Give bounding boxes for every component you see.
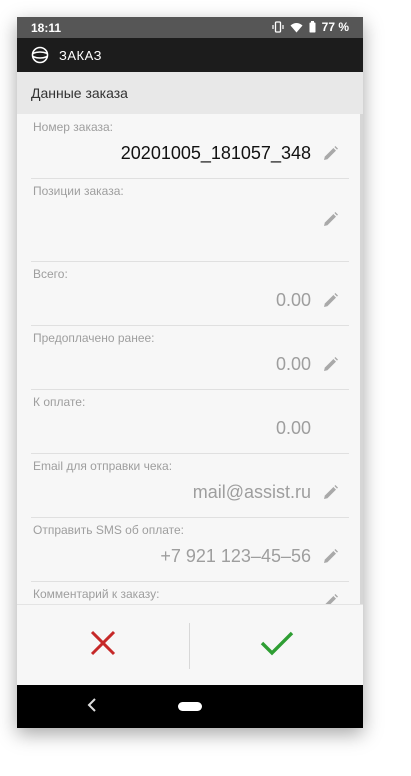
vibrate-icon xyxy=(272,21,284,33)
pencil-icon[interactable] xyxy=(321,484,339,502)
email-value: mail@assist.ru xyxy=(192,482,311,502)
comment-label: Комментарий к заказу: xyxy=(33,587,160,601)
amount-due-label: К оплате: xyxy=(33,395,86,409)
pencil-icon[interactable] xyxy=(321,356,339,374)
battery-icon xyxy=(309,21,316,33)
order-form[interactable]: Номер заказа: 20201005_181057_348 Позици… xyxy=(17,114,363,604)
action-divider xyxy=(189,623,190,669)
order-items-label: Позиции заказа: xyxy=(33,184,124,198)
wifi-icon xyxy=(290,22,303,33)
comment-field[interactable]: Комментарий к заказу: xyxy=(31,581,349,604)
prepaid-value: 0.00 xyxy=(275,354,311,374)
confirm-button[interactable] xyxy=(191,605,363,686)
system-nav-bar xyxy=(17,685,363,728)
sms-label: Отправить SMS об оплате: xyxy=(33,523,185,537)
prepaid-field[interactable]: Предоплачено ранее: 0.00 xyxy=(31,325,349,390)
battery-percent: 77 % xyxy=(321,20,349,34)
pencil-icon[interactable] xyxy=(321,145,339,163)
sms-value: +7 921 123–45–56 xyxy=(160,546,311,566)
home-pill-icon[interactable] xyxy=(178,702,202,711)
pencil-icon[interactable] xyxy=(321,292,339,310)
close-icon xyxy=(89,629,117,662)
order-number-label: Номер заказа: xyxy=(33,120,114,134)
total-field[interactable]: Всего: 0.00 xyxy=(31,261,349,326)
prepaid-label: Предоплачено ранее: xyxy=(33,331,155,345)
total-value: 0.00 xyxy=(275,290,311,310)
app-bar: ЗАКАЗ xyxy=(17,38,363,72)
section-header: Данные заказа xyxy=(17,72,363,114)
order-number-value: 20201005_181057_348 xyxy=(120,143,311,163)
back-icon[interactable] xyxy=(87,696,97,717)
status-bar: 18:11 77 % xyxy=(17,17,363,38)
assist-logo-icon xyxy=(31,46,49,69)
cancel-button[interactable] xyxy=(17,605,189,686)
action-bar xyxy=(17,604,363,686)
status-time: 18:11 xyxy=(31,21,62,35)
email-label: Email для отправки чека: xyxy=(33,459,173,473)
order-number-field[interactable]: Номер заказа: 20201005_181057_348 xyxy=(31,114,349,179)
amount-due-value: 0.00 xyxy=(275,418,311,438)
email-field[interactable]: Email для отправки чека: mail@assist.ru xyxy=(31,453,349,518)
pencil-icon[interactable] xyxy=(321,211,339,229)
status-icons: 77 % xyxy=(272,20,349,34)
phone-screen: 18:11 77 % ЗАКАЗ Данные заказа Номер зак… xyxy=(17,17,363,728)
sms-field[interactable]: Отправить SMS об оплате: +7 921 123–45–5… xyxy=(31,517,349,582)
section-title: Данные заказа xyxy=(31,85,128,101)
check-icon xyxy=(260,630,294,661)
pencil-icon[interactable] xyxy=(321,593,339,604)
amount-due-field: К оплате: 0.00 xyxy=(31,389,349,454)
app-title: ЗАКАЗ xyxy=(59,48,102,63)
scrollbar[interactable] xyxy=(360,114,363,604)
pencil-icon[interactable] xyxy=(321,548,339,566)
order-items-field[interactable]: Позиции заказа: xyxy=(31,178,349,262)
total-label: Всего: xyxy=(33,267,68,281)
